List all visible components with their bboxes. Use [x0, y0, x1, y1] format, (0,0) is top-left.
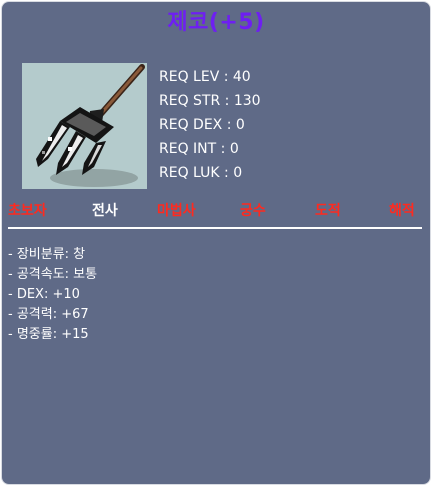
item-tooltip: 제코(+5) REQ LEV: 40 REQ STR: 130 REQ DE… [2, 2, 430, 484]
job-pirate: 해적 [389, 203, 415, 219]
divider [8, 227, 422, 229]
job-beginner: 초보자 [8, 203, 47, 219]
req-str: REQ STR : 130 [159, 93, 261, 109]
req-dex: REQ DEX : 0 [159, 117, 245, 133]
requirements-list: REQ LEV : 40 REQ STR : 130 REQ DEX : 0 R… [159, 66, 261, 186]
stat-accuracy: - 명중률: +15 [8, 327, 89, 342]
fork-spear-icon [22, 63, 147, 189]
stats-list: - 장비분류: 창 - 공격속도: 보통 - DEX: +10 - 공격력: +… [8, 245, 97, 345]
job-warrior: 전사 [92, 203, 118, 219]
req-level: REQ LEV : 40 [159, 69, 251, 85]
job-archer: 궁수 [240, 203, 266, 219]
req-luk: REQ LUK : 0 [159, 165, 243, 181]
job-list: 초보자 전사 마법사 궁수 도적 해적 [2, 201, 430, 223]
job-thief: 도적 [315, 203, 341, 219]
stat-attack: - 공격력: +67 [8, 307, 89, 322]
job-magician: 마법사 [157, 203, 196, 219]
stat-category: - 장비분류: 창 [8, 247, 86, 262]
req-int: REQ INT : 0 [159, 141, 239, 157]
stat-dex: - DEX: +10 [8, 287, 80, 302]
item-name: 제코(+5) [167, 10, 265, 35]
stat-attack-speed: - 공격속도: 보통 [8, 267, 98, 282]
